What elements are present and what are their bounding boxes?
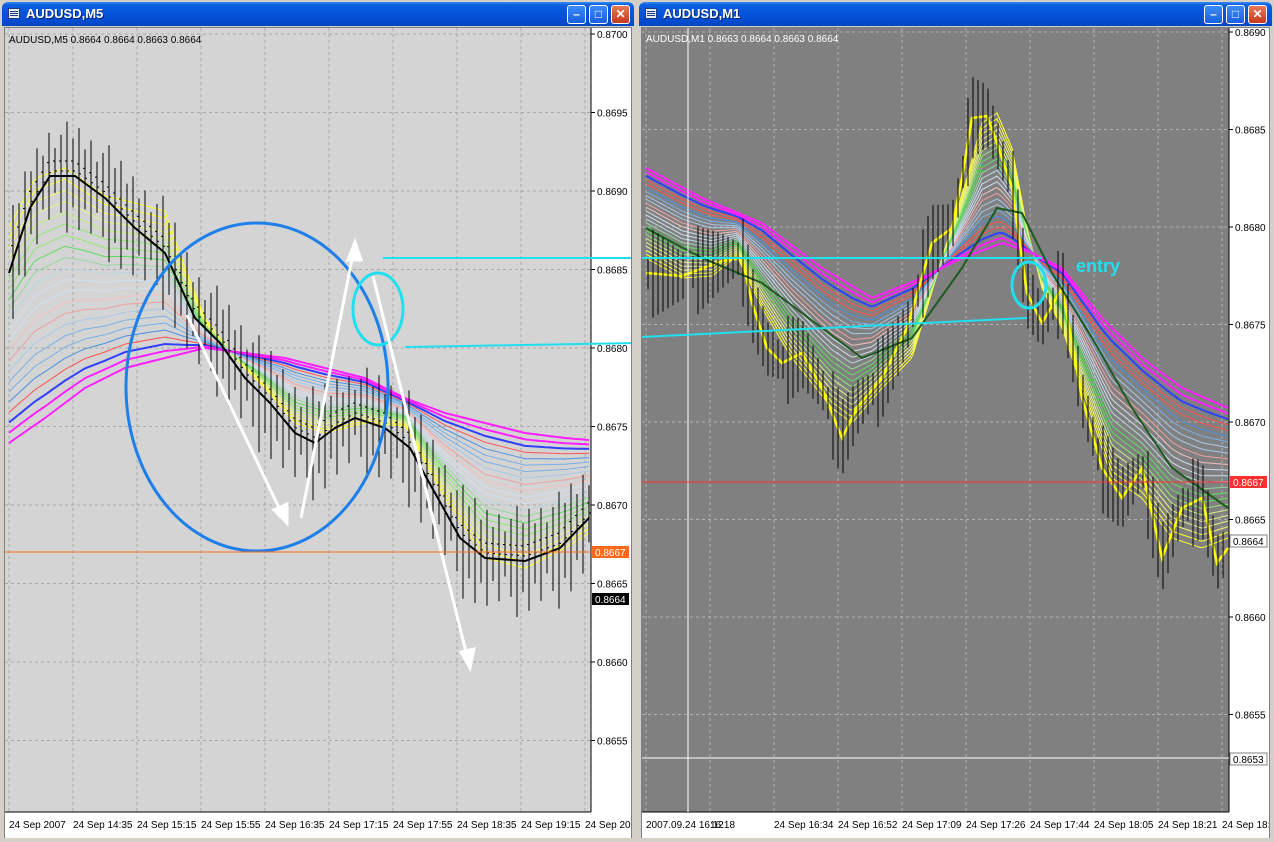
price-label: 0.8665: [1235, 516, 1266, 527]
chart-window-m1[interactable]: AUDUSD,M1 – □ ✕ entry AUDUSD,M1 0.8663 0…: [637, 0, 1274, 842]
close-icon: ✕: [1252, 7, 1263, 21]
price-label: 0.8655: [1235, 711, 1266, 722]
time-label: 24 Sep 15:15: [137, 820, 197, 831]
current-price: 0.8664: [595, 595, 626, 606]
time-label: 24 Sep 17:26: [966, 820, 1026, 831]
time-label: 24 Sep 2007: [9, 820, 66, 831]
price-chart[interactable]: entry AUDUSD,M1 0.8663 0.8664 0.8663 0.8…: [642, 28, 1269, 838]
window-icon: [8, 8, 20, 19]
minimize-icon: –: [573, 7, 580, 21]
time-label: 24 Sep 16:52: [838, 820, 898, 831]
price-label: 0.8660: [597, 658, 628, 669]
time-label: 16:18: [710, 820, 735, 831]
close-icon: ✕: [615, 7, 626, 21]
time-label: 24 Sep 18:05: [1094, 820, 1154, 831]
price-label: 0.8680: [597, 344, 628, 355]
time-label: 24 Sep 18:3: [1222, 820, 1269, 831]
price-chart[interactable]: AUDUSD,M5 0.8664 0.8664 0.8663 0.8664 0.…: [5, 28, 631, 838]
window-title: AUDUSD,M5: [26, 6, 104, 21]
chart-window-m5[interactable]: AUDUSD,M5 – □ ✕ AUDUSD,M5 0.8664 0.8664 …: [0, 0, 636, 842]
time-label: 24 Sep 15:55: [201, 820, 261, 831]
marker-price: 0.8667: [1233, 478, 1264, 489]
maximize-button[interactable]: □: [1226, 5, 1245, 24]
price-label: 0.8690: [597, 187, 628, 198]
window-icon: [645, 8, 657, 19]
time-label: 24 Sep 16:35: [265, 820, 325, 831]
maximize-button[interactable]: □: [589, 5, 608, 24]
time-label: 24 Sep 14:35: [73, 820, 133, 831]
price-label: 0.8700: [597, 30, 628, 41]
minimize-button[interactable]: –: [567, 5, 586, 24]
price-label: 0.8675: [1235, 321, 1266, 332]
maximize-icon: □: [1231, 7, 1240, 21]
price-label: 0.8685: [597, 266, 628, 277]
time-label: 24 Sep 20:0: [585, 820, 631, 831]
price-label: 0.8675: [597, 423, 628, 434]
chart-area[interactable]: entry AUDUSD,M1 0.8663 0.8664 0.8663 0.8…: [641, 27, 1270, 838]
time-label: 24 Sep 17:55: [393, 820, 453, 831]
price-label: 0.8665: [597, 580, 628, 591]
time-label: 24 Sep 17:15: [329, 820, 389, 831]
price-label: 0.8695: [597, 109, 628, 120]
time-label: 24 Sep 17:09: [902, 820, 962, 831]
price-label: 0.8670: [597, 501, 628, 512]
current-price: 0.8664: [1233, 537, 1264, 548]
time-label: 24 Sep 19:15: [521, 820, 581, 831]
time-label: 24 Sep 16:34: [774, 820, 834, 831]
chart-header: AUDUSD,M1 0.8663 0.8664 0.8663 0.8664: [646, 34, 839, 45]
maximize-icon: □: [594, 7, 603, 21]
close-button[interactable]: ✕: [1248, 5, 1267, 24]
price-label: 0.8680: [1235, 223, 1266, 234]
minimize-button[interactable]: –: [1204, 5, 1223, 24]
window-title: AUDUSD,M1: [663, 6, 741, 21]
chart-area[interactable]: AUDUSD,M5 0.8664 0.8664 0.8663 0.8664 0.…: [4, 27, 632, 838]
marker-price: 0.8667: [595, 548, 626, 559]
price-label: 0.8685: [1235, 126, 1266, 137]
crosshair-price: 0.8653: [1233, 755, 1264, 766]
entry-label: entry: [1076, 256, 1120, 276]
minimize-icon: –: [1210, 7, 1217, 21]
time-label: 24 Sep 18:21: [1158, 820, 1218, 831]
price-label: 0.8690: [1235, 28, 1266, 39]
time-label: 24 Sep 18:35: [457, 820, 517, 831]
price-label: 0.8670: [1235, 418, 1266, 429]
price-label: 0.8660: [1235, 613, 1266, 624]
time-label: 24 Sep 17:44: [1030, 820, 1090, 831]
chart-header: AUDUSD,M5 0.8664 0.8664 0.8663 0.8664: [9, 35, 202, 46]
price-label: 0.8655: [597, 737, 628, 748]
title-bar[interactable]: AUDUSD,M5 – □ ✕: [2, 2, 634, 26]
close-button[interactable]: ✕: [611, 5, 630, 24]
title-bar[interactable]: AUDUSD,M1 – □ ✕: [639, 2, 1272, 26]
